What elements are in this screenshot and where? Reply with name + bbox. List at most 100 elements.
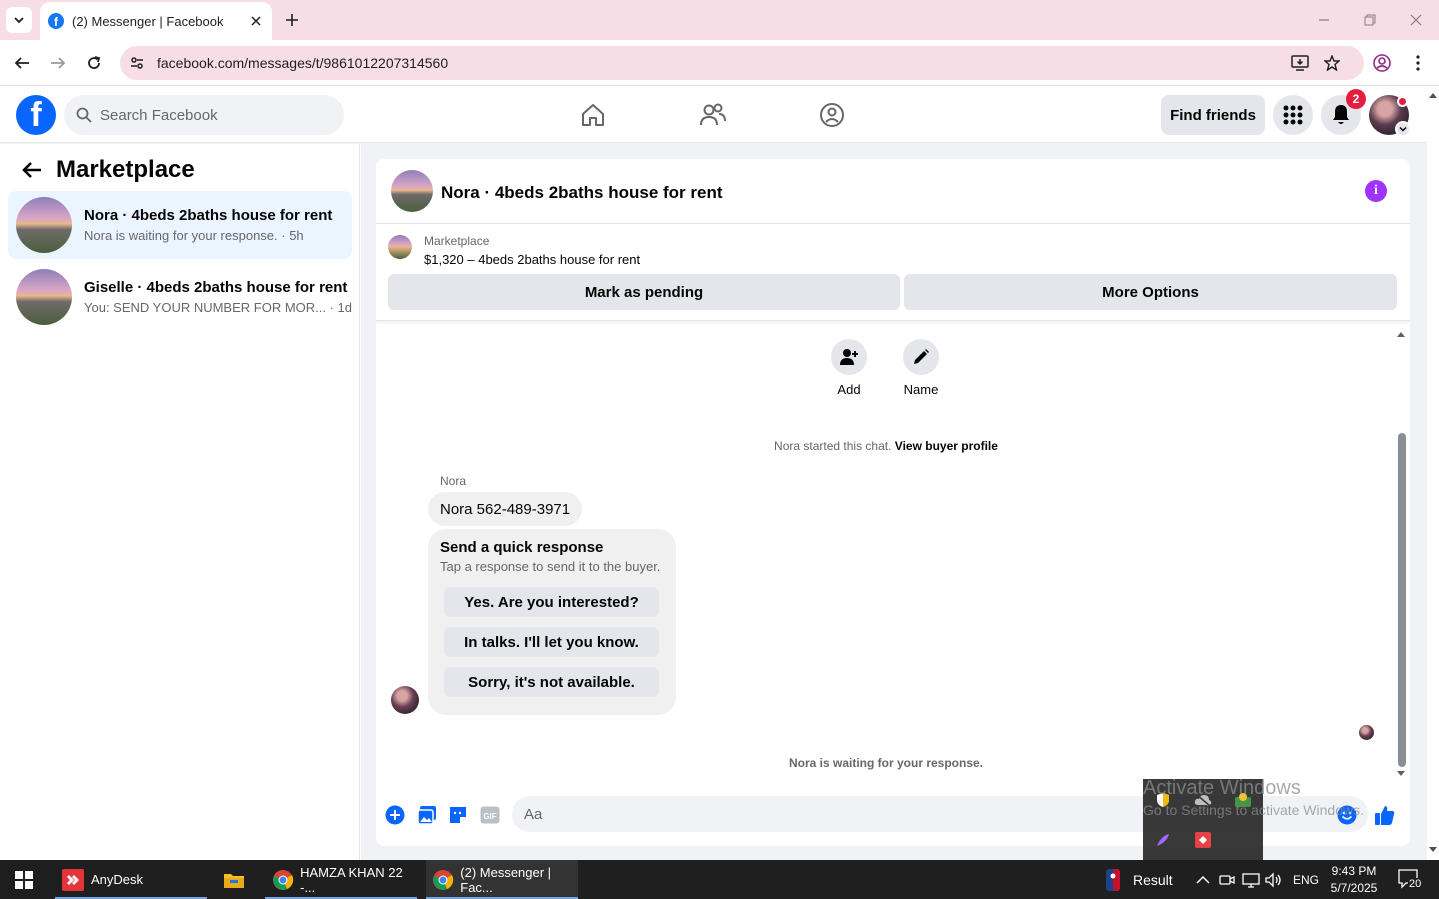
pencil-icon (914, 349, 929, 364)
restore-button[interactable] (1360, 10, 1380, 30)
back-button[interactable] (11, 52, 33, 74)
plus-circle-icon[interactable] (384, 804, 406, 826)
chrome-icon (432, 868, 454, 892)
message-input[interactable] (524, 805, 1124, 823)
chat-header: Nora · 4beds 2baths house for rent i (376, 159, 1410, 224)
language-indicator[interactable]: ENG (1293, 873, 1319, 887)
name-action[interactable]: Name (891, 339, 951, 397)
meet-now-icon[interactable] (1219, 872, 1235, 888)
anydesk-tray-icon[interactable] (1194, 831, 1212, 849)
facebook-logo-icon[interactable]: f (16, 95, 56, 135)
facebook-search[interactable] (64, 95, 344, 135)
feather-app-icon[interactable] (1154, 831, 1172, 849)
page-scrollbar[interactable] (1427, 87, 1439, 860)
quick-response-title: Send a quick response (440, 539, 604, 556)
forward-button[interactable] (47, 52, 69, 74)
chevron-down-icon (14, 17, 24, 24)
conversation-preview: Nora is waiting for your response. · 5h (84, 228, 304, 243)
menu-button[interactable] (1273, 95, 1313, 135)
quick-response-option[interactable]: In talks. I'll let you know. (444, 627, 659, 657)
bell-icon (1333, 105, 1349, 124)
browser-menu-icon[interactable] (1407, 52, 1429, 74)
taskbar-app-label: (2) Messenger | Fac... (460, 864, 552, 895)
message-bubble[interactable]: Nora 562-489-3971 (428, 492, 583, 526)
volume-icon[interactable] (1265, 872, 1283, 888)
quick-response-option[interactable]: Sorry, it's not available. (444, 667, 659, 697)
close-window-button[interactable] (1406, 10, 1426, 30)
reload-button[interactable] (83, 52, 105, 74)
activate-windows-subtext: Go to Settings to activate Windows. (1143, 802, 1364, 818)
facebook-favicon-icon: f (48, 13, 64, 29)
chat-avatar[interactable] (391, 170, 433, 212)
find-friends-button[interactable]: Find friends (1161, 95, 1265, 135)
more-options-button[interactable]: More Options (904, 274, 1397, 310)
view-buyer-profile-link[interactable]: View buyer profile (895, 439, 998, 453)
grid-menu-icon (1283, 105, 1303, 125)
listing-thumbnail[interactable] (388, 235, 412, 259)
windows-logo-icon (15, 870, 33, 889)
add-action[interactable]: Add (819, 339, 879, 397)
mark-as-pending-button[interactable]: Mark as pending (388, 274, 900, 310)
action-center-button[interactable]: 20 (1398, 869, 1424, 891)
taskbar-app-chrome-2[interactable]: (2) Messenger | Fac... (426, 860, 578, 899)
conversation-item[interactable]: Giselle · 4beds 2baths house for rent Yo… (8, 263, 352, 331)
listing-thumbnail (16, 197, 72, 253)
add-label: Add (837, 382, 861, 397)
show-hidden-icons-chevron-icon[interactable] (1195, 872, 1211, 888)
conversation-preview: You: SEND YOUR NUMBER FOR MOR... · 1d (84, 300, 353, 315)
search-input[interactable] (100, 106, 320, 124)
listing-price[interactable]: $1,320 – 4beds 2baths house for rent (424, 252, 640, 267)
activate-windows-watermark: Activate Windows (1143, 777, 1301, 799)
plus-icon (286, 14, 298, 26)
conversation-item[interactable]: Nora · 4beds 2baths house for rent Nora … (8, 191, 352, 259)
nba-result-icon[interactable] (1104, 869, 1122, 891)
nav-groups[interactable] (816, 99, 848, 131)
install-app-icon[interactable] (1289, 52, 1311, 74)
taskbar-app-explorer[interactable] (222, 860, 252, 899)
sticker-icon[interactable] (447, 804, 469, 826)
chat-title[interactable]: Nora · 4beds 2baths house for rent (441, 183, 723, 203)
chat-scrollbar[interactable] (1394, 329, 1408, 779)
site-info-icon[interactable] (120, 46, 154, 80)
search-icon (76, 107, 92, 123)
profile-icon[interactable] (1371, 52, 1393, 74)
clock[interactable]: 9:43 PM 5/7/2025 (1322, 863, 1386, 897)
back-arrow-icon[interactable] (18, 156, 46, 184)
notifications-badge: 2 (1346, 89, 1366, 109)
tab-close-icon[interactable] (248, 13, 264, 29)
bookmark-star-icon[interactable] (1321, 52, 1343, 74)
nav-home[interactable] (577, 99, 609, 131)
address-bar[interactable]: facebook.com/messages/t/9861012207314560 (120, 46, 1364, 80)
info-icon[interactable]: i (1365, 180, 1387, 202)
listing-banner: Marketplace $1,320 – 4beds 2baths house … (376, 225, 1410, 321)
groups-icon (820, 103, 844, 127)
new-tab-button[interactable] (282, 10, 302, 30)
browser-toolbar: facebook.com/messages/t/9861012207314560 (0, 40, 1439, 86)
taskbar-app-chrome-1[interactable]: HAMZA KHAN 22 -... (265, 860, 417, 899)
home-icon (582, 104, 604, 126)
browser-tab[interactable]: f (2) Messenger | Facebook (40, 2, 272, 40)
account-chevron-icon[interactable] (1395, 121, 1411, 137)
scroll-thumb[interactable] (1398, 433, 1406, 767)
folder-icon (222, 868, 246, 892)
chrome-icon (271, 868, 294, 892)
gif-icon[interactable]: GIF (479, 804, 501, 826)
taskbar-app-anydesk[interactable]: AnyDesk (55, 860, 207, 899)
browser-tab-strip: f (2) Messenger | Facebook (0, 0, 1439, 40)
minimize-button[interactable] (1314, 10, 1334, 30)
reload-icon (88, 56, 101, 69)
start-button[interactable] (0, 860, 48, 899)
tab-title: (2) Messenger | Facebook (72, 13, 224, 29)
sender-avatar[interactable] (391, 686, 419, 714)
photo-icon[interactable] (416, 804, 438, 826)
network-icon[interactable] (1242, 872, 1260, 888)
result-label[interactable]: Result (1133, 872, 1173, 888)
tab-search-button[interactable] (6, 7, 32, 33)
thumbs-up-icon[interactable] (1374, 804, 1396, 826)
url-text: facebook.com/messages/t/9861012207314560 (157, 55, 449, 71)
quick-response-option[interactable]: Yes. Are you interested? (444, 587, 659, 617)
sender-name: Nora (440, 474, 467, 488)
add-person-icon (840, 349, 858, 365)
nav-friends[interactable] (697, 99, 729, 131)
scroll-down-icon (1429, 847, 1437, 852)
